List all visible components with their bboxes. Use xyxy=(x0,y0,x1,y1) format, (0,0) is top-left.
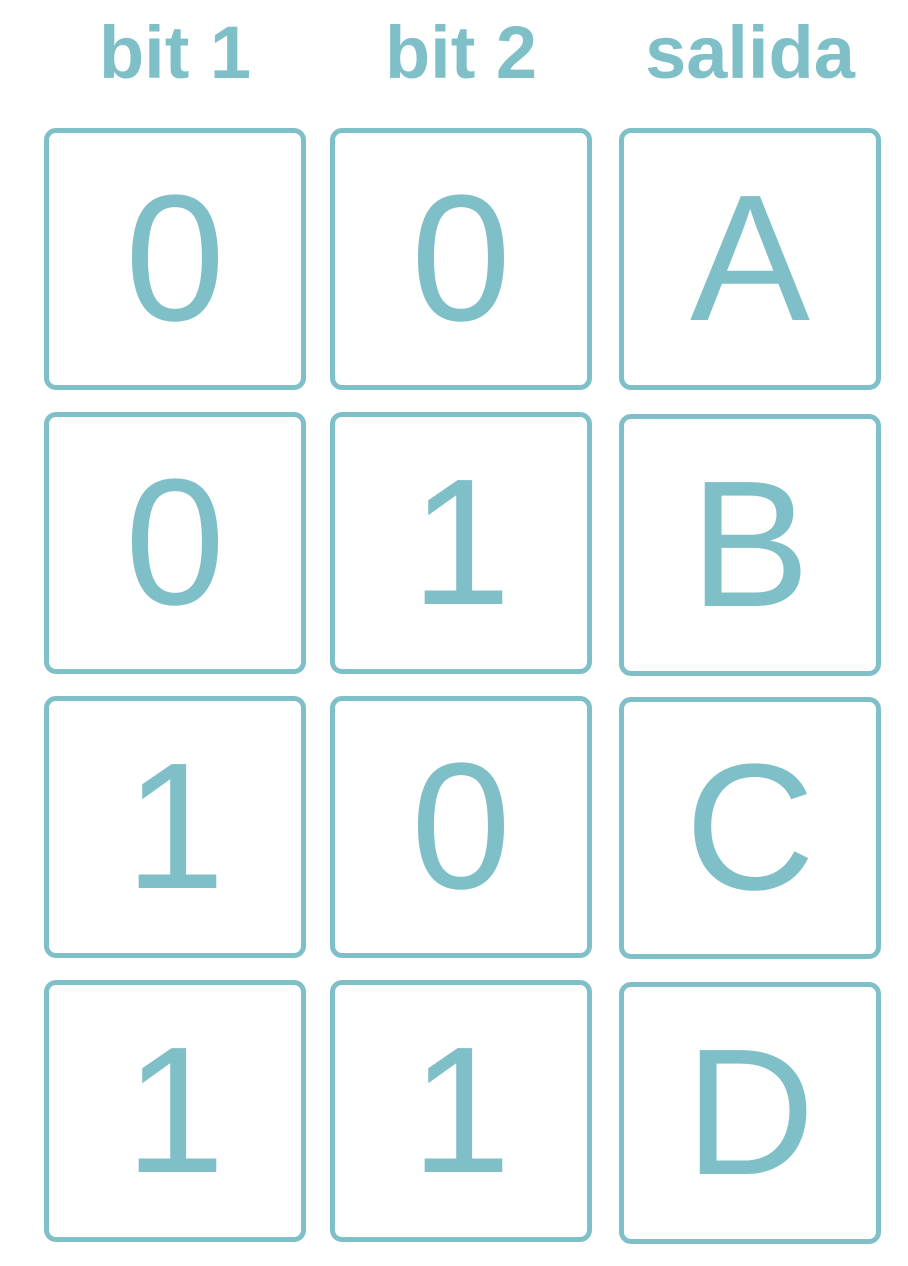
cell-row3-salida: C xyxy=(619,697,881,959)
cell-value: A xyxy=(689,158,811,359)
cell-value: 0 xyxy=(124,158,226,359)
cell-value: 0 xyxy=(410,158,512,359)
header-salida: salida xyxy=(645,11,855,94)
cell-row1-bit1: 0 xyxy=(44,128,306,390)
header-bit-2: bit 2 xyxy=(384,11,538,94)
cell-row3-bit2: 0 xyxy=(330,696,592,958)
cell-value: B xyxy=(689,444,811,645)
cell-row1-bit2: 0 xyxy=(330,128,592,390)
cell-row2-bit2: 1 xyxy=(330,412,592,674)
cell-row4-bit2: 1 xyxy=(330,980,592,1242)
cell-value: 0 xyxy=(124,442,226,643)
cell-row1-salida: A xyxy=(619,128,881,390)
cell-value: 1 xyxy=(410,442,512,643)
cell-value: D xyxy=(685,1012,815,1213)
cell-row3-bit1: 1 xyxy=(44,696,306,958)
cell-value: 1 xyxy=(124,1010,226,1211)
cell-row4-salida: D xyxy=(619,982,881,1244)
cell-value: C xyxy=(685,727,815,928)
header-bit-1: bit 1 xyxy=(98,11,252,94)
cell-row2-salida: B xyxy=(619,414,881,676)
cell-value: 0 xyxy=(410,726,512,927)
cell-value: 1 xyxy=(410,1010,512,1211)
cell-value: 1 xyxy=(124,726,226,927)
truth-table-diagram: bit 1 bit 2 salida 0 0 A 0 1 B 1 0 C 1 1… xyxy=(0,0,908,1266)
cell-row4-bit1: 1 xyxy=(44,980,306,1242)
cell-row2-bit1: 0 xyxy=(44,412,306,674)
